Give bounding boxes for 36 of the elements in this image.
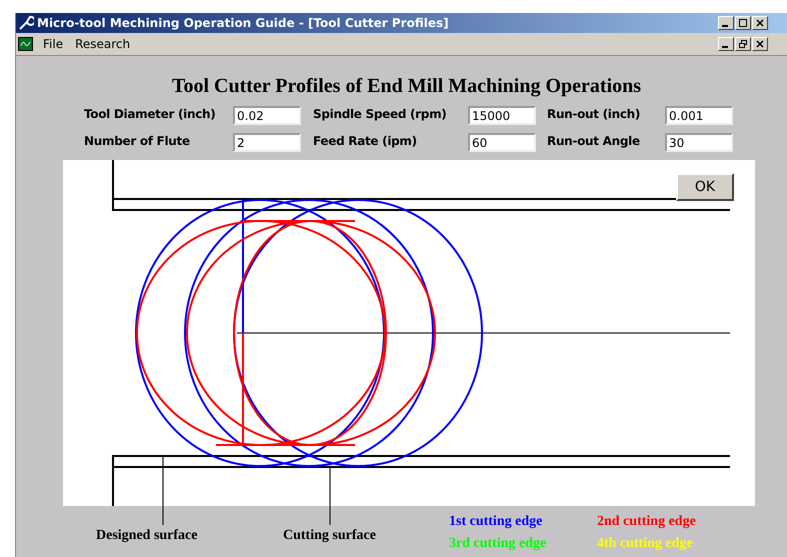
input-field[interactable]: 30 xyxy=(665,133,733,152)
input-field[interactable]: 15000 xyxy=(468,106,536,125)
ok-button[interactable]: OK xyxy=(676,173,734,201)
field-label: Feed Rate (ipm) xyxy=(313,134,418,148)
window-title: Micro-tool Mechining Operation Guide - [Tool Cutter Profiles] xyxy=(37,16,450,30)
leader-line xyxy=(162,456,164,526)
close-button[interactable] xyxy=(752,16,768,30)
maximize-button[interactable] xyxy=(735,16,751,30)
minimize-button[interactable] xyxy=(718,37,734,51)
field-label: Tool Diameter (inch) xyxy=(84,107,216,121)
wrench-icon xyxy=(18,15,34,31)
close-button[interactable] xyxy=(752,37,768,51)
menu-item[interactable]: File xyxy=(41,36,66,52)
minimize-button[interactable] xyxy=(718,16,734,30)
field-label: Run-out (inch) xyxy=(547,107,642,121)
restore-icon xyxy=(739,40,747,48)
legend-label: 4th cutting edge xyxy=(597,536,694,552)
close-icon xyxy=(756,19,764,27)
input-field[interactable]: 0.001 xyxy=(665,106,733,125)
restore-button[interactable] xyxy=(735,37,751,51)
surface-label: Cutting surface xyxy=(283,528,376,544)
menu-item[interactable]: Research xyxy=(73,36,132,52)
maximize-icon xyxy=(739,19,747,27)
close-icon xyxy=(756,40,764,48)
input-field[interactable]: 0.02 xyxy=(233,106,301,125)
input-field[interactable]: 60 xyxy=(468,133,536,152)
field-label: Number of Flute xyxy=(84,134,191,148)
page-heading: Tool Cutter Profiles of End Mill Machining Operations xyxy=(170,74,642,99)
legend-label: 2nd cutting edge xyxy=(597,514,697,530)
field-label: Spindle Speed (rpm) xyxy=(313,107,448,121)
surface-label: Designed surface xyxy=(96,528,198,544)
legend-label: 3rd cutting edge xyxy=(449,536,548,552)
field-label: Run-out Angle xyxy=(547,134,641,148)
input-field[interactable]: 2 xyxy=(233,133,301,152)
legend-label: 1st cutting edge xyxy=(449,514,544,530)
app-icon[interactable] xyxy=(18,37,33,51)
